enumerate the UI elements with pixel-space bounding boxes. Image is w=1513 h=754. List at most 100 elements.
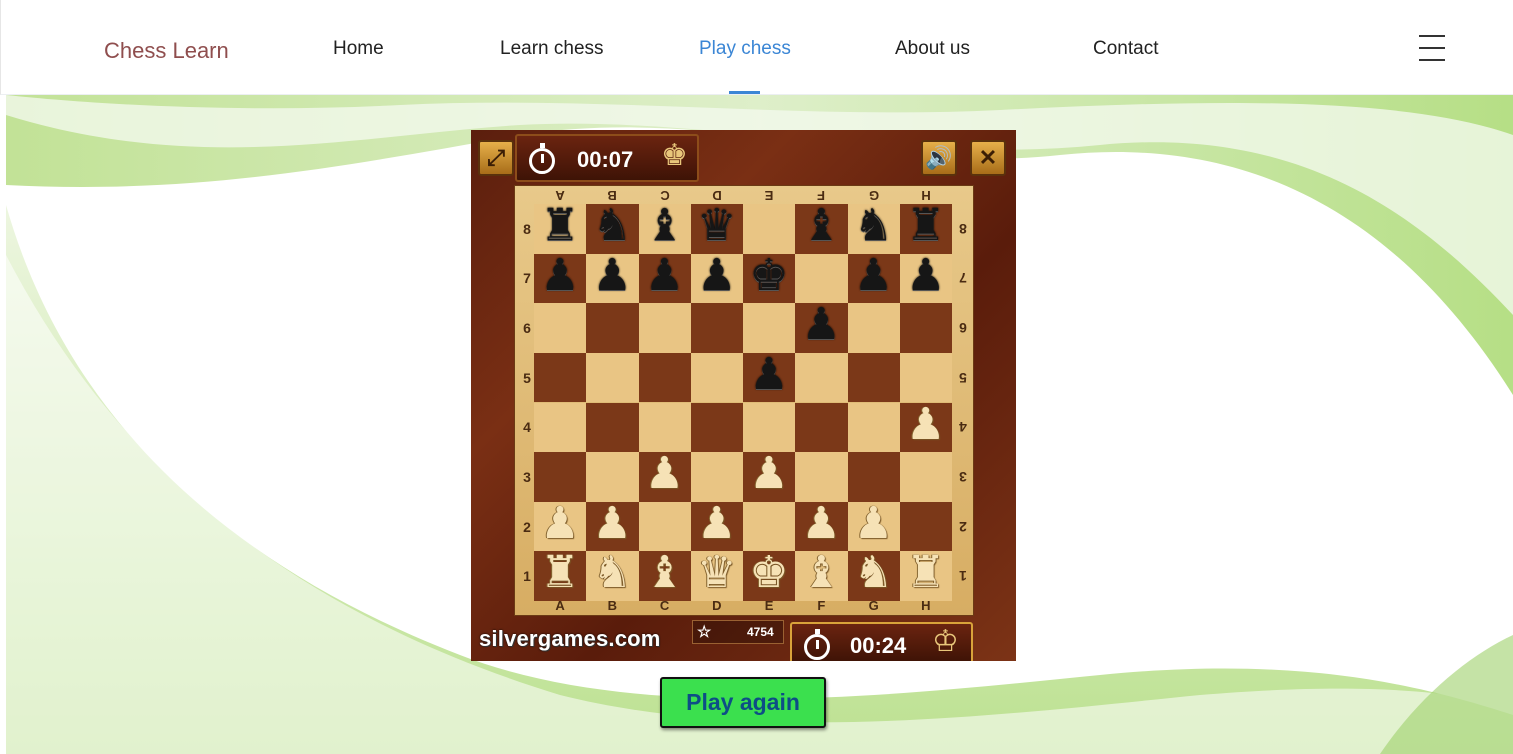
rank-label-right: 3 — [959, 468, 967, 485]
square-h2[interactable] — [899, 501, 952, 552]
white-knight-piece[interactable]: ♞ — [848, 548, 900, 598]
nav-learn-chess[interactable]: Learn chess — [500, 38, 604, 60]
white-knight-piece[interactable]: ♞ — [586, 548, 638, 598]
square-c6[interactable] — [638, 303, 691, 353]
black-pawn-piece[interactable]: ♟ — [534, 250, 586, 301]
white-pawn-piece[interactable]: ♟ — [586, 498, 638, 549]
white-pawn-piece[interactable]: ♟ — [534, 498, 586, 549]
rank-label-right: 6 — [959, 320, 967, 337]
square-e2[interactable] — [743, 501, 796, 552]
top-navbar: Chess Learn Home Learn chess Play chess … — [0, 0, 1513, 95]
sound-icon[interactable]: 🔊 — [921, 140, 957, 176]
bottom-timer-value: 00:24 — [850, 633, 907, 658]
square-c5[interactable] — [638, 352, 691, 403]
black-rook-piece[interactable]: ♜ — [900, 201, 952, 251]
rank-label-right: 4 — [959, 419, 967, 436]
rank-label-left: 3 — [523, 468, 531, 485]
white-bishop-piece[interactable]: ♝ — [795, 548, 847, 598]
rank-label-left: 8 — [523, 220, 531, 237]
chess-board[interactable]: ♜ ♞ ♝ ♛ ♝ ♞ ♜ ♟ ♟ ♟ ♟ ♚ ♟ ♟ ♟ ♟ ♟ ♟ ♟ ♟ ♟ ♟ ♟ ♟ ♜ ♞ ♝ ♛ ♚ ♝ ♞ ♜ — [534, 201, 952, 601]
square-f7[interactable] — [795, 253, 848, 304]
black-king-piece[interactable]: ♚ — [743, 250, 795, 301]
black-pawn-piece[interactable]: ♟ — [848, 250, 900, 301]
rank-label-right: 8 — [959, 220, 967, 237]
rank-label-right: 2 — [959, 518, 967, 535]
black-bishop-piece[interactable]: ♝ — [639, 201, 691, 251]
square-b4[interactable] — [586, 402, 639, 453]
nav-home[interactable]: Home — [333, 38, 384, 60]
white-bishop-piece[interactable]: ♝ — [639, 548, 691, 598]
black-knight-piece[interactable]: ♞ — [848, 201, 900, 251]
nav-contact[interactable]: Contact — [1093, 38, 1158, 60]
black-pawn-piece[interactable]: ♟ — [743, 349, 795, 400]
white-pawn-piece[interactable]: ♟ — [743, 449, 795, 499]
square-e8[interactable] — [743, 204, 796, 254]
fullscreen-icon[interactable]: ⤢ — [478, 140, 514, 176]
black-pawn-piece[interactable]: ♟ — [691, 250, 743, 301]
square-g4[interactable] — [847, 402, 900, 453]
square-b5[interactable] — [586, 352, 639, 403]
square-g3[interactable] — [847, 452, 900, 502]
square-h3[interactable] — [899, 452, 952, 502]
square-f4[interactable] — [795, 402, 848, 453]
black-queen-piece[interactable]: ♛ — [691, 201, 743, 251]
active-nav-indicator — [729, 91, 760, 94]
hamburger-menu-icon[interactable] — [1419, 35, 1445, 61]
white-pawn-piece[interactable]: ♟ — [639, 449, 691, 499]
square-e4[interactable] — [743, 402, 796, 453]
black-pawn-piece[interactable]: ♟ — [586, 250, 638, 301]
rank-label-left: 5 — [523, 369, 531, 386]
square-e6[interactable] — [743, 303, 796, 353]
chess-game-frame[interactable]: ⤢ 🔊 ✕ 00:07 ♚ 8877665544332211AABBCCDDEE… — [471, 130, 1016, 661]
square-g5[interactable] — [847, 352, 900, 403]
rank-label-right: 1 — [959, 568, 967, 585]
white-rook-piece[interactable]: ♜ — [534, 548, 586, 598]
white-king-icon: ♔ — [932, 625, 959, 658]
square-f5[interactable] — [795, 352, 848, 403]
white-king-piece[interactable]: ♚ — [743, 548, 795, 598]
square-d4[interactable] — [690, 402, 743, 453]
black-pawn-piece[interactable]: ♟ — [795, 300, 847, 350]
square-b3[interactable] — [586, 452, 639, 502]
square-b6[interactable] — [586, 303, 639, 353]
white-queen-piece[interactable]: ♛ — [691, 548, 743, 598]
square-g6[interactable] — [847, 303, 900, 353]
square-a4[interactable] — [534, 402, 587, 453]
square-f3[interactable] — [795, 452, 848, 502]
square-d6[interactable] — [690, 303, 743, 353]
black-pawn-piece[interactable]: ♟ — [900, 250, 952, 301]
white-rook-piece[interactable]: ♜ — [900, 548, 952, 598]
rank-label-left: 6 — [523, 320, 531, 337]
file-label-top: E — [764, 188, 774, 203]
black-knight-piece[interactable]: ♞ — [586, 201, 638, 251]
brand-logo-text[interactable]: Chess Learn — [104, 38, 229, 64]
play-again-button[interactable]: Play again — [660, 677, 826, 728]
white-pawn-piece[interactable]: ♟ — [691, 498, 743, 549]
square-d3[interactable] — [690, 452, 743, 502]
rank-label-left: 4 — [523, 419, 531, 436]
square-c4[interactable] — [638, 402, 691, 453]
close-icon[interactable]: ✕ — [970, 140, 1006, 176]
silvergames-logo[interactable]: silvergames.com — [479, 626, 661, 652]
black-pawn-piece[interactable]: ♟ — [639, 250, 691, 301]
white-pawn-piece[interactable]: ♟ — [795, 498, 847, 549]
rank-label-left: 7 — [523, 270, 531, 287]
score-box: ☆ 4754 — [692, 620, 784, 644]
white-pawn-piece[interactable]: ♟ — [848, 498, 900, 549]
rank-label-left: 2 — [523, 518, 531, 535]
square-c2[interactable] — [638, 501, 691, 552]
square-h5[interactable] — [899, 352, 952, 403]
square-a6[interactable] — [534, 303, 587, 353]
nav-about-us[interactable]: About us — [895, 38, 970, 60]
rank-label-right: 5 — [959, 369, 967, 386]
black-rook-piece[interactable]: ♜ — [534, 201, 586, 251]
black-bishop-piece[interactable]: ♝ — [795, 201, 847, 251]
square-h6[interactable] — [899, 303, 952, 353]
nav-play-chess[interactable]: Play chess — [699, 38, 791, 60]
square-d5[interactable] — [690, 352, 743, 403]
white-pawn-piece[interactable]: ♟ — [900, 399, 952, 450]
star-icon: ☆ — [697, 624, 712, 641]
square-a5[interactable] — [534, 352, 587, 403]
rank-label-left: 1 — [523, 568, 531, 585]
square-a3[interactable] — [534, 452, 587, 502]
